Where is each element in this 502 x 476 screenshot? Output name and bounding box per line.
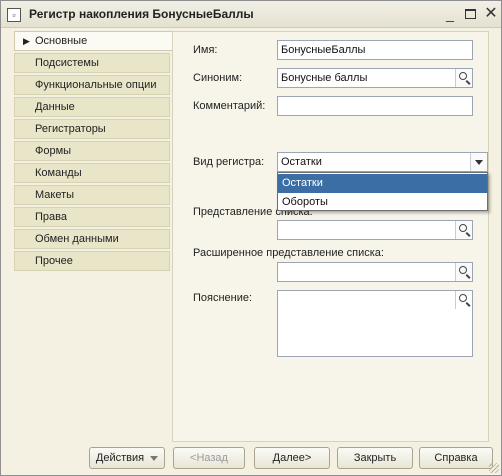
actions-label: Действия [95, 452, 145, 464]
close-button[interactable]: Закрыть [337, 447, 413, 469]
sidebar-item-main[interactable]: ▶ Основные [14, 31, 174, 51]
dialog-window: ▫ Регистр накопления БонусныеБаллы _ ✕ ▶… [0, 0, 502, 476]
sidebar-item-label: Функциональные опции [35, 79, 157, 91]
search-icon[interactable] [455, 221, 472, 239]
dropdown-option[interactable]: Обороты [278, 193, 487, 212]
synonym-value: Бонусные баллы [281, 72, 368, 84]
ext-list-presentation-field[interactable] [277, 262, 473, 282]
help-label: Справка [434, 452, 478, 464]
register-kind-select[interactable]: Остатки [277, 152, 488, 172]
sidebar-item-registrators[interactable]: Регистраторы [14, 119, 170, 139]
synonym-label: Синоним: [193, 72, 243, 84]
register-kind-value: Остатки [281, 156, 322, 168]
close-icon[interactable]: ✕ [482, 5, 500, 23]
next-button[interactable]: Далее> [254, 447, 330, 469]
back-button[interactable]: <Назад [173, 447, 245, 469]
sidebar-item-rights[interactable]: Права [14, 207, 170, 227]
search-icon[interactable] [455, 263, 472, 281]
sidebar-item-label: Данные [35, 101, 75, 113]
register-kind-dropdown: Остатки Обороты [277, 172, 488, 211]
name-label: Имя: [193, 44, 218, 56]
sidebar-item-label: Обмен данными [35, 233, 119, 245]
minimize-icon[interactable]: _ [441, 5, 459, 23]
comment-field[interactable] [277, 96, 473, 116]
document-icon: ▫ [7, 8, 21, 22]
sidebar-item-templates[interactable]: Макеты [14, 185, 170, 205]
sidebar-item-commands[interactable]: Команды [14, 163, 170, 183]
name-field[interactable]: БонусныеБаллы [277, 40, 473, 60]
sidebar-item-label: Формы [35, 145, 72, 157]
sidebar-item-forms[interactable]: Формы [14, 141, 170, 161]
sidebar-item-data[interactable]: Данные [14, 97, 170, 117]
comment-label: Комментарий: [193, 100, 266, 112]
sidebar-item-data-exchange[interactable]: Обмен данными [14, 229, 170, 249]
list-presentation-field[interactable] [277, 220, 473, 240]
sidebar: ▶ Основные Подсистемы Функциональные опц… [11, 29, 174, 444]
help-button[interactable]: Справка [419, 447, 493, 469]
sidebar-item-label: Регистраторы [35, 123, 106, 135]
resize-grip-icon[interactable] [489, 463, 499, 473]
sidebar-item-label: Основные [35, 35, 88, 47]
chevron-down-icon[interactable] [470, 153, 487, 171]
register-kind-label: Вид регистра: [193, 156, 265, 168]
synonym-field[interactable]: Бонусные баллы [277, 68, 473, 88]
next-label: Далее> [272, 452, 312, 464]
sidebar-item-subsystems[interactable]: Подсистемы [14, 53, 170, 73]
chevron-down-icon [150, 455, 159, 461]
dropdown-option[interactable]: Остатки [278, 174, 487, 193]
explanation-field[interactable] [277, 290, 473, 357]
title-bar[interactable]: ▫ Регистр накопления БонусныеБаллы _ ✕ [1, 1, 501, 28]
chevron-right-icon: ▶ [23, 36, 30, 46]
ext-list-presentation-label: Расширенное представление списка: [193, 247, 384, 259]
main-panel: Имя: БонусныеБаллы Синоним: Бонусные бал… [172, 31, 489, 442]
back-label: <Назад [190, 452, 228, 464]
explanation-label: Пояснение: [193, 292, 253, 304]
sidebar-item-label: Прочее [35, 255, 73, 267]
name-value: БонусныеБаллы [281, 44, 366, 56]
search-icon[interactable] [455, 291, 472, 309]
close-label: Закрыть [353, 452, 397, 464]
sidebar-item-functional-options[interactable]: Функциональные опции [14, 75, 170, 95]
sidebar-item-other[interactable]: Прочее [14, 251, 170, 271]
sidebar-item-label: Подсистемы [35, 57, 99, 69]
window-title: Регистр накопления БонусныеБаллы [29, 7, 254, 21]
maximize-icon[interactable] [461, 5, 479, 23]
sidebar-item-label: Права [35, 211, 67, 223]
sidebar-item-label: Макеты [35, 189, 75, 201]
actions-button[interactable]: Действия [89, 447, 165, 469]
search-icon[interactable] [455, 69, 472, 87]
sidebar-item-label: Команды [35, 167, 82, 179]
